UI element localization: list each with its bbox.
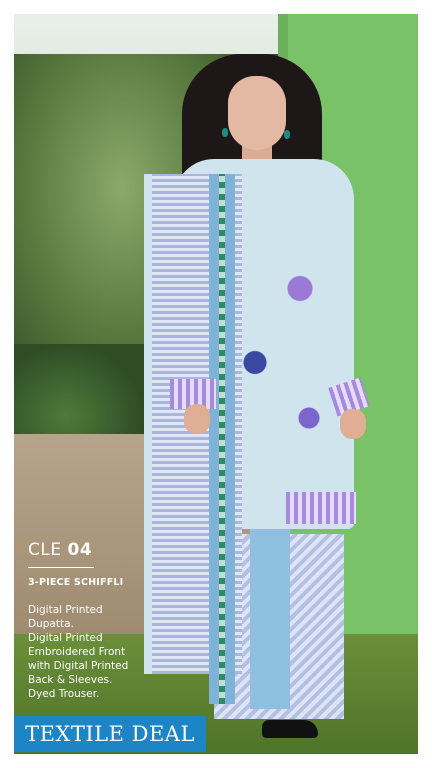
model-face	[228, 76, 286, 150]
description-line: Dupatta.	[28, 618, 74, 630]
earring-left-icon	[222, 128, 228, 137]
trouser-band	[250, 514, 290, 709]
dupatta-border	[219, 174, 225, 704]
description-line: Digital Printed	[28, 632, 103, 644]
product-description: Digital Printed Dupatta. Digital Printed…	[28, 603, 178, 701]
hand-left	[184, 404, 210, 434]
product-code-prefix: CLE	[28, 540, 62, 560]
description-line: Back & Sleeves.	[28, 674, 113, 686]
product-photo: CLE 04 3-PIECE SCHIFFLI Digital Printed …	[14, 14, 418, 754]
description-line: Embroidered Front	[28, 646, 126, 658]
brand-name: TEXTILE DEAL	[25, 722, 195, 746]
code-divider	[28, 567, 94, 568]
description-line: Dyed Trouser.	[28, 688, 100, 700]
earring-right-icon	[284, 130, 290, 139]
product-code-number: 04	[67, 540, 93, 560]
description-line: Digital Printed	[28, 604, 103, 616]
brand-banner: TEXTILE DEAL	[14, 716, 206, 752]
shoe	[262, 720, 318, 738]
piece-label: 3-PIECE SCHIFFLI	[28, 577, 124, 588]
product-code: CLE 04	[28, 540, 92, 560]
hand-right	[340, 409, 366, 439]
description-line: with Digital Printed	[28, 660, 129, 672]
kameez-hem	[286, 492, 356, 524]
